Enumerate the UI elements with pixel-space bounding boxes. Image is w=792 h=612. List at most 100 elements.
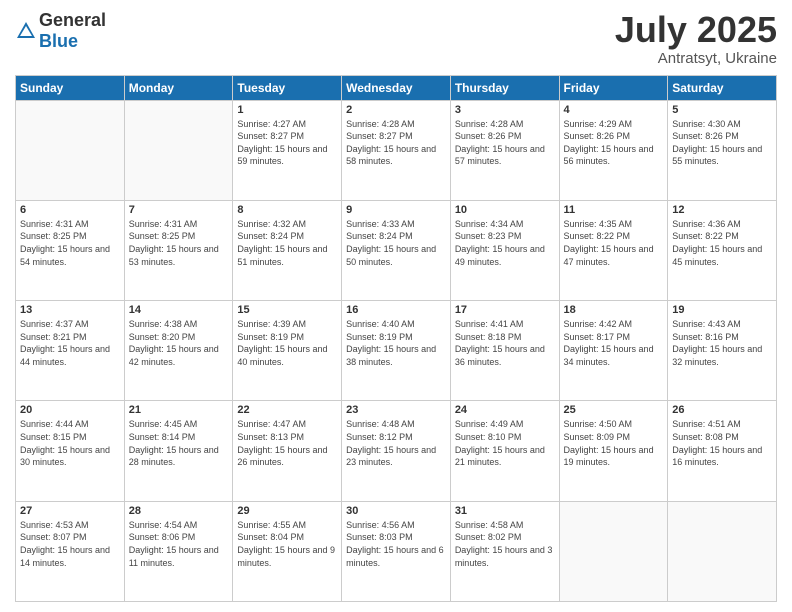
location-title: Antratsyt, Ukraine xyxy=(615,50,777,67)
calendar-cell: 19Sunrise: 4:43 AMSunset: 8:16 PMDayligh… xyxy=(668,301,777,401)
calendar-cell: 29Sunrise: 4:55 AMSunset: 8:04 PMDayligh… xyxy=(233,501,342,601)
day-number: 22 xyxy=(237,404,337,416)
day-number: 12 xyxy=(672,204,772,216)
calendar-cell: 16Sunrise: 4:40 AMSunset: 8:19 PMDayligh… xyxy=(342,301,451,401)
day-number: 20 xyxy=(20,404,120,416)
day-info: Sunrise: 4:34 AMSunset: 8:23 PMDaylight:… xyxy=(455,218,555,268)
day-info: Sunrise: 4:48 AMSunset: 8:12 PMDaylight:… xyxy=(346,418,446,468)
day-info: Sunrise: 4:29 AMSunset: 8:26 PMDaylight:… xyxy=(564,118,664,168)
week-row-5: 27 Sunrise: 4:53 AMSunset: 8:07 PMDayligh… xyxy=(16,501,777,601)
day-info: Sunrise: 4:44 AMSunset: 8:15 PMDaylight:… xyxy=(20,418,120,468)
calendar-cell: 1Sunrise: 4:27 AMSunset: 8:27 PMDaylight… xyxy=(233,100,342,200)
day-number: 18 xyxy=(564,304,664,316)
calendar-cell: 9 Sunrise: 4:33 AMSunset: 8:24 PMDaylight… xyxy=(342,200,451,300)
day-number: 5 xyxy=(672,104,772,116)
day-info: Sunrise: 4:31 AMSunset: 8:25 PMDaylight:… xyxy=(129,218,229,268)
day-number: 2 xyxy=(346,104,446,116)
day-info: Sunrise: 4:42 AMSunset: 8:17 PMDaylight:… xyxy=(564,318,664,368)
day-info: Sunrise: 4:53 AMSunset: 8:07 PMDaylight:… xyxy=(20,519,120,569)
day-info: Sunrise: 4:30 AMSunset: 8:26 PMDaylight:… xyxy=(672,118,772,168)
logo-blue: Blue xyxy=(39,31,78,51)
logo: General Blue xyxy=(15,10,106,52)
calendar-cell: 8 Sunrise: 4:32 AMSunset: 8:24 PMDaylight… xyxy=(233,200,342,300)
day-info: Sunrise: 4:50 AMSunset: 8:09 PMDaylight:… xyxy=(564,418,664,468)
calendar-cell: 2 Sunrise: 4:28 AMSunset: 8:27 PMDaylight… xyxy=(342,100,451,200)
day-info: Sunrise: 4:35 AMSunset: 8:22 PMDaylight:… xyxy=(564,218,664,268)
day-info: Sunrise: 4:45 AMSunset: 8:14 PMDaylight:… xyxy=(129,418,229,468)
calendar-cell: 27 Sunrise: 4:53 AMSunset: 8:07 PMDayligh… xyxy=(16,501,125,601)
day-number: 28 xyxy=(129,505,229,517)
day-info: Sunrise: 4:27 AMSunset: 8:27 PMDaylight:… xyxy=(237,118,337,168)
calendar-cell: 4 Sunrise: 4:29 AMSunset: 8:26 PMDaylight… xyxy=(559,100,668,200)
day-number: 10 xyxy=(455,204,555,216)
col-header-monday: Monday xyxy=(124,75,233,100)
calendar-cell: 17 Sunrise: 4:41 AMSunset: 8:18 PMDayligh… xyxy=(450,301,559,401)
day-info: Sunrise: 4:37 AMSunset: 8:21 PMDaylight:… xyxy=(20,318,120,368)
calendar-cell: 3 Sunrise: 4:28 AMSunset: 8:26 PMDaylight… xyxy=(450,100,559,200)
col-header-tuesday: Tuesday xyxy=(233,75,342,100)
logo-general: General xyxy=(39,10,106,30)
day-number: 31 xyxy=(455,505,555,517)
day-number: 30 xyxy=(346,505,446,517)
calendar-cell: 23 Sunrise: 4:48 AMSunset: 8:12 PMDayligh… xyxy=(342,401,451,501)
day-info: Sunrise: 4:43 AMSunset: 8:16 PMDaylight:… xyxy=(672,318,772,368)
col-header-saturday: Saturday xyxy=(668,75,777,100)
calendar-cell xyxy=(668,501,777,601)
logo-text: General Blue xyxy=(39,10,106,52)
calendar-header-row: SundayMondayTuesdayWednesdayThursdayFrid… xyxy=(16,75,777,100)
day-number: 21 xyxy=(129,404,229,416)
day-info: Sunrise: 4:54 AMSunset: 8:06 PMDaylight:… xyxy=(129,519,229,569)
day-number: 13 xyxy=(20,304,120,316)
week-row-2: 6Sunrise: 4:31 AMSunset: 8:25 PMDaylight… xyxy=(16,200,777,300)
day-number: 11 xyxy=(564,204,664,216)
col-header-friday: Friday xyxy=(559,75,668,100)
calendar-cell: 20 Sunrise: 4:44 AMSunset: 8:15 PMDayligh… xyxy=(16,401,125,501)
calendar-cell: 10 Sunrise: 4:34 AMSunset: 8:23 PMDayligh… xyxy=(450,200,559,300)
calendar-cell xyxy=(16,100,125,200)
day-number: 15 xyxy=(237,304,337,316)
calendar-cell xyxy=(559,501,668,601)
day-info: Sunrise: 4:49 AMSunset: 8:10 PMDaylight:… xyxy=(455,418,555,468)
calendar-cell: 12 Sunrise: 4:36 AMSunset: 8:22 PMDayligh… xyxy=(668,200,777,300)
calendar-cell: 5 Sunrise: 4:30 AMSunset: 8:26 PMDaylight… xyxy=(668,100,777,200)
calendar-cell: 31Sunrise: 4:58 AMSunset: 8:02 PMDayligh… xyxy=(450,501,559,601)
calendar-cell: 18 Sunrise: 4:42 AMSunset: 8:17 PMDayligh… xyxy=(559,301,668,401)
calendar-cell: 28 Sunrise: 4:54 AMSunset: 8:06 PMDayligh… xyxy=(124,501,233,601)
day-info: Sunrise: 4:28 AMSunset: 8:27 PMDaylight:… xyxy=(346,118,446,168)
page: General Blue July 2025 Antratsyt, Ukrain… xyxy=(0,0,792,612)
day-number: 17 xyxy=(455,304,555,316)
week-row-3: 13 Sunrise: 4:37 AMSunset: 8:21 PMDayligh… xyxy=(16,301,777,401)
logo-icon xyxy=(15,20,37,42)
day-info: Sunrise: 4:36 AMSunset: 8:22 PMDaylight:… xyxy=(672,218,772,268)
day-number: 4 xyxy=(564,104,664,116)
day-info: Sunrise: 4:56 AMSunset: 8:03 PMDaylight:… xyxy=(346,519,446,569)
day-number: 26 xyxy=(672,404,772,416)
day-number: 3 xyxy=(455,104,555,116)
col-header-sunday: Sunday xyxy=(16,75,125,100)
day-number: 16 xyxy=(346,304,446,316)
col-header-wednesday: Wednesday xyxy=(342,75,451,100)
day-info: Sunrise: 4:47 AMSunset: 8:13 PMDaylight:… xyxy=(237,418,337,468)
calendar-cell: 13 Sunrise: 4:37 AMSunset: 8:21 PMDayligh… xyxy=(16,301,125,401)
day-info: Sunrise: 4:33 AMSunset: 8:24 PMDaylight:… xyxy=(346,218,446,268)
calendar-cell: 26 Sunrise: 4:51 AMSunset: 8:08 PMDayligh… xyxy=(668,401,777,501)
day-info: Sunrise: 4:39 AMSunset: 8:19 PMDaylight:… xyxy=(237,318,337,368)
calendar-cell: 11 Sunrise: 4:35 AMSunset: 8:22 PMDayligh… xyxy=(559,200,668,300)
calendar-cell: 7Sunrise: 4:31 AMSunset: 8:25 PMDaylight… xyxy=(124,200,233,300)
week-row-1: 1Sunrise: 4:27 AMSunset: 8:27 PMDaylight… xyxy=(16,100,777,200)
week-row-4: 20 Sunrise: 4:44 AMSunset: 8:15 PMDayligh… xyxy=(16,401,777,501)
calendar-table: SundayMondayTuesdayWednesdayThursdayFrid… xyxy=(15,75,777,602)
day-info: Sunrise: 4:55 AMSunset: 8:04 PMDaylight:… xyxy=(237,519,337,569)
day-number: 8 xyxy=(237,204,337,216)
day-info: Sunrise: 4:38 AMSunset: 8:20 PMDaylight:… xyxy=(129,318,229,368)
day-number: 25 xyxy=(564,404,664,416)
day-info: Sunrise: 4:51 AMSunset: 8:08 PMDaylight:… xyxy=(672,418,772,468)
day-number: 9 xyxy=(346,204,446,216)
calendar-cell: 14Sunrise: 4:38 AMSunset: 8:20 PMDayligh… xyxy=(124,301,233,401)
day-info: Sunrise: 4:28 AMSunset: 8:26 PMDaylight:… xyxy=(455,118,555,168)
day-number: 23 xyxy=(346,404,446,416)
day-info: Sunrise: 4:41 AMSunset: 8:18 PMDaylight:… xyxy=(455,318,555,368)
day-info: Sunrise: 4:32 AMSunset: 8:24 PMDaylight:… xyxy=(237,218,337,268)
day-number: 27 xyxy=(20,505,120,517)
header: General Blue July 2025 Antratsyt, Ukrain… xyxy=(15,10,777,67)
